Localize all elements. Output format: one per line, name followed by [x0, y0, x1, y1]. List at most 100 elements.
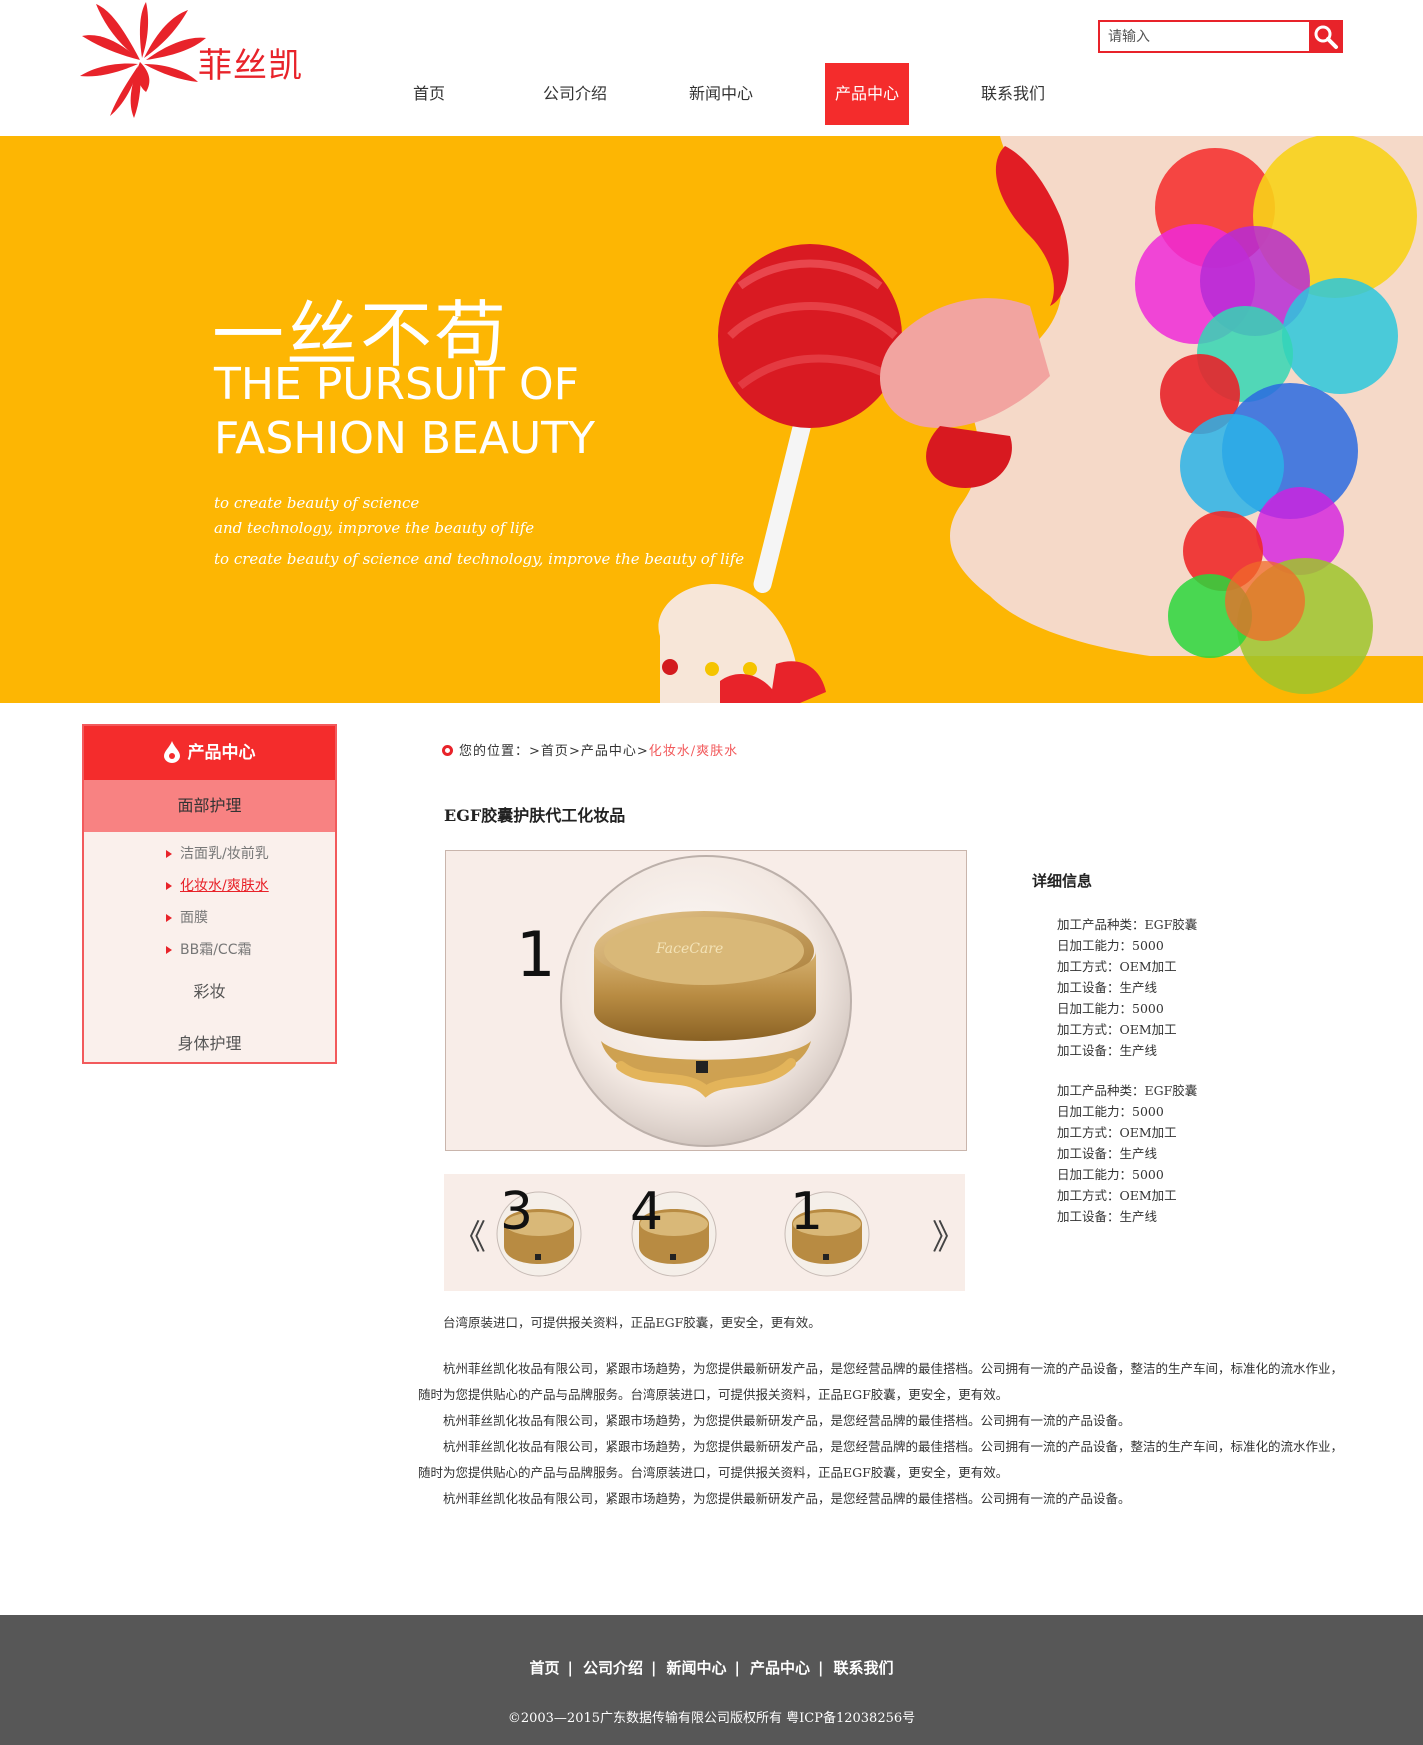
thumbnail-strip: 《 3 4 1 》: [444, 1174, 966, 1291]
detail-line: 加工设备：生产线: [1057, 1043, 1158, 1058]
breadcrumb-current: 化妆水/爽肤水: [648, 744, 739, 759]
product-title: EGF胶囊护肤代工化妆品: [444, 806, 626, 825]
nav-home[interactable]: 首页: [356, 62, 502, 126]
sidebar-sub-label: 洁面乳/妆前乳: [180, 846, 269, 862]
breadcrumb-home[interactable]: 首页: [541, 744, 569, 759]
nav-news[interactable]: 新闻中心: [648, 62, 794, 126]
triangle-right-icon: [166, 882, 172, 890]
detail-line: 加工设备：生产线: [1057, 1146, 1158, 1161]
copyright-text: ©2003—2015广东数据传输有限公司版权所有 粤ICP备12038256号: [507, 1711, 916, 1726]
main-nav: 首页 公司介绍 新闻中心 产品中心 联系我们: [356, 62, 1086, 126]
nav-products[interactable]: 产品中心: [794, 62, 940, 126]
sidebar-sub-list: 洁面乳/妆前乳 化妆水/爽肤水 面膜 BB霜/CC霜: [84, 832, 335, 966]
thumbnail-item[interactable]: 4: [630, 1182, 717, 1277]
detail-line: 加工设备：生产线: [1057, 980, 1158, 995]
sidebar-cat-face-care[interactable]: 面部护理: [84, 780, 335, 832]
brand-name: 菲丝凯: [198, 46, 303, 86]
breadcrumb-section[interactable]: 产品中心: [581, 744, 637, 759]
sidebar-sub-mask[interactable]: 面膜: [84, 902, 335, 934]
breadcrumb-sep: >: [568, 744, 581, 759]
thumb-prev-arrow[interactable]: 《: [452, 1210, 486, 1259]
thumbnail-number: 4: [630, 1182, 663, 1242]
description-paragraph: 杭州菲丝凯化妆品有限公司，紧跟市场趋势，为您提供最新研发产品，是您经营品牌的最佳…: [418, 1361, 1344, 1402]
thumbnail-item[interactable]: 3: [496, 1182, 582, 1277]
footer-link-home[interactable]: 首页: [530, 1659, 560, 1677]
description-paragraph: 杭州菲丝凯化妆品有限公司，紧跟市场趋势，为您提供最新研发产品，是您经营品牌的最佳…: [443, 1491, 1131, 1506]
footer-separator: |: [734, 1659, 740, 1677]
sidebar-sub-bb-cream[interactable]: BB霜/CC霜: [84, 934, 335, 966]
detail-line: 加工设备：生产线: [1057, 1209, 1158, 1224]
search-button[interactable]: [1309, 20, 1343, 53]
jar-brand-text: FaceCare: [655, 941, 723, 957]
banner-title-en-line1: THE PURSUIT OF: [214, 359, 579, 410]
description-body: 杭州菲丝凯化妆品有限公司，紧跟市场趋势，为您提供最新研发产品，是您经营品牌的最佳…: [418, 1356, 1343, 1512]
product-main-image[interactable]: FaceCare 1: [445, 850, 967, 1151]
nav-news-label: 新闻中心: [688, 84, 753, 103]
footer-separator: |: [817, 1659, 824, 1677]
site-header: 菲丝凯 首页 公司介绍 新闻中心 产品中心 联系我们: [0, 0, 1423, 136]
footer-link-news[interactable]: 新闻中心: [666, 1659, 726, 1677]
description-intro: 台湾原装进口，可提供报关资料，正品EGF胶囊，更安全，更有效。: [443, 1315, 821, 1330]
nav-about[interactable]: 公司介绍: [502, 62, 648, 126]
image-number-label: 1: [516, 918, 555, 991]
nav-about-label: 公司介绍: [542, 84, 607, 103]
banner-subtitle-1: to create beauty of science: [214, 494, 420, 512]
site-footer: 首页 | 公司介绍 | 新闻中心 | 产品中心 | 联系我们 ©2003—2015广东数据传输有…: [0, 1615, 1423, 1745]
breadcrumb: 您的位置：>首页>产品中心>化妆水/爽肤水: [442, 740, 738, 759]
detail-line: 加工产品种类：EGF胶囊: [1057, 1083, 1198, 1098]
sidebar-sub-toner[interactable]: 化妆水/爽肤水: [84, 870, 335, 902]
breadcrumb-sep: >: [529, 744, 541, 759]
breadcrumb-prefix: 您的位置：: [459, 744, 530, 759]
thumbnail-number: 3: [500, 1182, 533, 1242]
footer-separator: |: [651, 1659, 657, 1677]
sidebar-sub-cleanser[interactable]: 洁面乳/妆前乳: [84, 838, 335, 870]
sidebar-sub-label: 面膜: [180, 910, 208, 926]
sidebar-cat-makeup[interactable]: 彩妆: [84, 966, 335, 1018]
detail-line: 加工方式：OEM加工: [1057, 1125, 1177, 1140]
detail-line: 日加工能力：5000: [1057, 1104, 1164, 1119]
detail-spacer: [1057, 1061, 1357, 1080]
sidebar-header: 产品中心: [84, 726, 335, 780]
hero-banner: 一丝不苟 THE PURSUIT OF FASHION BEAUTY to cr…: [0, 136, 1423, 703]
sidebar-cat-body-care[interactable]: 身体护理: [84, 1018, 335, 1070]
cream-jar-image: FaceCare 1: [516, 855, 852, 1147]
banner-subtitle-3: to create beauty of science and technolo…: [214, 550, 745, 568]
footer-link-about[interactable]: 公司介绍: [583, 1659, 643, 1677]
footer-link-contact[interactable]: 联系我们: [833, 1659, 893, 1677]
triangle-right-icon: [166, 946, 172, 954]
nav-contact-label: 联系我们: [980, 84, 1045, 103]
description-paragraph: 杭州菲丝凯化妆品有限公司，紧跟市场趋势，为您提供最新研发产品，是您经营品牌的最佳…: [418, 1439, 1344, 1480]
banner-title-en-line2: FASHION BEAUTY: [214, 413, 595, 464]
detail-line: 日加工能力：5000: [1057, 1167, 1164, 1182]
nav-home-label: 首页: [412, 84, 445, 103]
detail-line: 日加工能力：5000: [1057, 1001, 1164, 1016]
nav-contact[interactable]: 联系我们: [940, 62, 1086, 126]
triangle-right-icon: [166, 914, 172, 922]
sidebar-title: 产品中心: [187, 743, 256, 763]
magnifier-icon: [1314, 25, 1338, 49]
breadcrumb-sep: >: [636, 744, 649, 759]
detail-line: 加工方式：OEM加工: [1057, 959, 1177, 974]
banner-title-en: THE PURSUIT OF FASHION BEAUTY: [214, 358, 774, 466]
nav-products-label: 产品中心: [825, 63, 909, 125]
thumbnail-images: 3 4 1: [496, 1182, 870, 1277]
footer-separator: |: [567, 1659, 573, 1677]
search-box: [1098, 20, 1343, 53]
thumbnail-item[interactable]: 1: [784, 1182, 870, 1277]
thumbnail-number: 1: [790, 1182, 823, 1242]
product-sidebar: 产品中心 面部护理 洁面乳/妆前乳 化妆水/爽肤水 面膜 BB霜/CC霜 彩妆 …: [82, 724, 337, 1064]
location-dot-icon: [442, 745, 453, 756]
description-paragraph: 杭州菲丝凯化妆品有限公司，紧跟市场趋势，为您提供最新研发产品，是您经营品牌的最佳…: [443, 1413, 1131, 1428]
detail-list: 加工产品种类：EGF胶囊 日加工能力：5000 加工方式：OEM加工 加工设备：…: [1057, 914, 1357, 1227]
footer-nav: 首页 | 公司介绍 | 新闻中心 | 产品中心 | 联系我们: [0, 1657, 1423, 1678]
detail-line: 加工方式：OEM加工: [1057, 1188, 1177, 1203]
detail-line: 加工方式：OEM加工: [1057, 1022, 1177, 1037]
detail-line: 日加工能力：5000: [1057, 938, 1164, 953]
sidebar-sub-label: BB霜/CC霜: [180, 942, 252, 958]
thumb-next-arrow[interactable]: 》: [932, 1210, 966, 1259]
search-input[interactable]: [1100, 22, 1309, 51]
drop-icon: [163, 741, 180, 763]
footer-link-products[interactable]: 产品中心: [750, 1659, 810, 1677]
triangle-right-icon: [166, 850, 172, 858]
detail-line: 加工产品种类：EGF胶囊: [1057, 917, 1198, 932]
